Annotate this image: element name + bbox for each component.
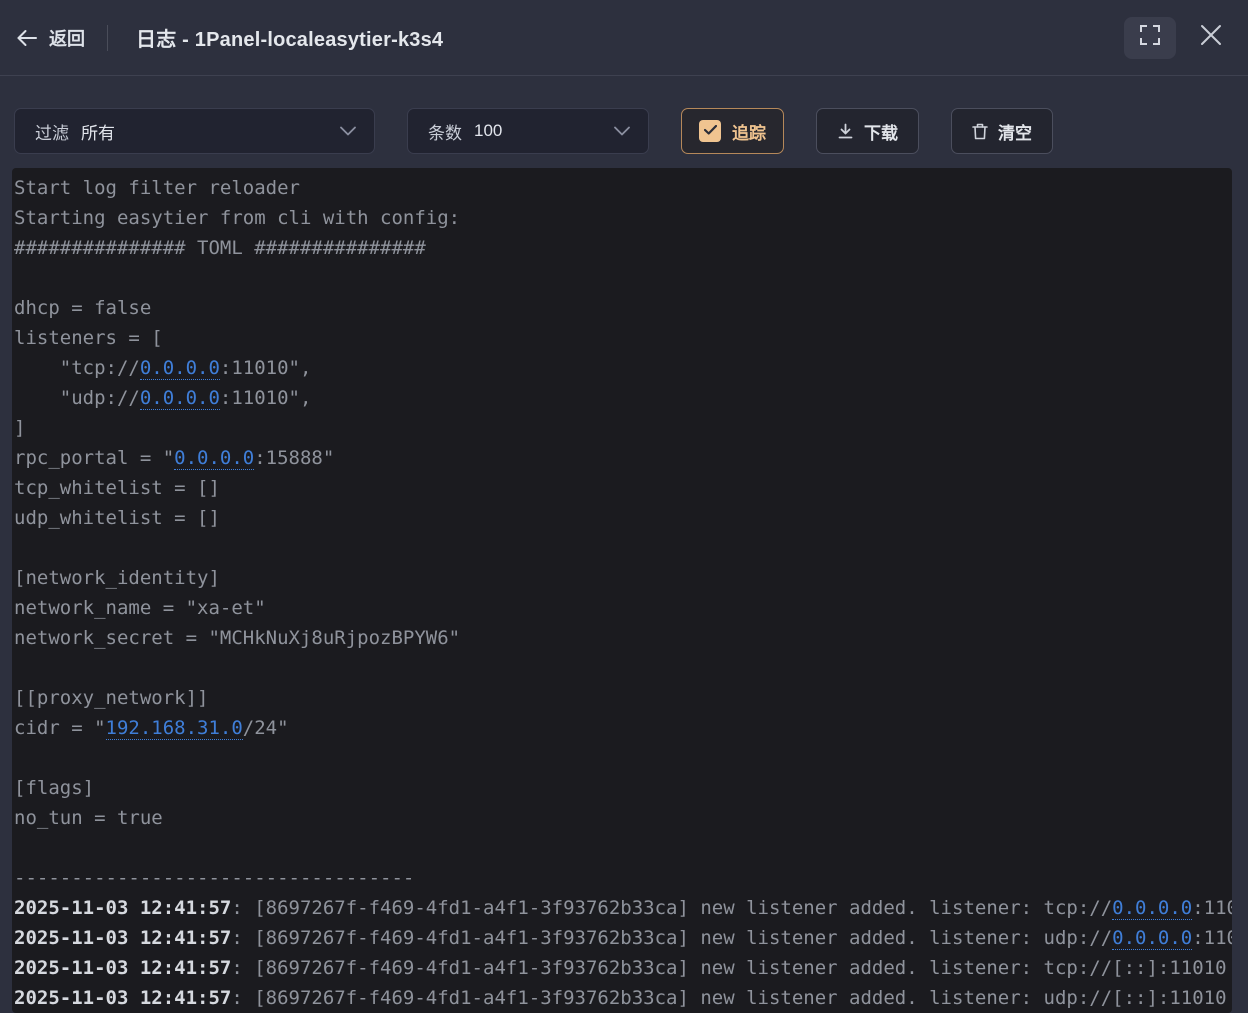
header: 返回 日志 - 1Panel-localeasytier-k3s4 — [0, 0, 1248, 76]
log-line — [14, 653, 1232, 683]
arrow-left-icon — [16, 29, 38, 47]
log-line — [14, 263, 1232, 293]
close-button[interactable] — [1194, 21, 1228, 55]
log-line: rpc_portal = "0.0.0.0:15888" — [14, 443, 1232, 473]
log-line: 2025-11-03 12:41:57: [8697267f-f469-4fd1… — [14, 923, 1232, 953]
lines-label: 条数 — [428, 119, 462, 144]
log-line: "tcp://0.0.0.0:11010", — [14, 353, 1232, 383]
download-button[interactable]: 下载 — [816, 108, 919, 154]
clear-label: 清空 — [998, 119, 1032, 144]
log-line: no_tun = true — [14, 803, 1232, 833]
log-line: "udp://0.0.0.0:11010", — [14, 383, 1232, 413]
log-line: ############### TOML ############### — [14, 233, 1232, 263]
log-line: ----------------------------------- — [14, 863, 1232, 893]
filter-label: 过滤 — [35, 119, 69, 144]
follow-checkbox[interactable] — [699, 120, 721, 142]
chevron-down-icon — [340, 126, 356, 136]
trash-icon — [972, 123, 988, 140]
log-line: ] — [14, 413, 1232, 443]
back-button[interactable]: 返回 — [16, 25, 85, 51]
log-line: 2025-11-03 12:41:57: [8697267f-f469-4fd1… — [14, 983, 1232, 1013]
log-line: cidr = "192.168.31.0/24" — [14, 713, 1232, 743]
follow-label: 追踪 — [732, 119, 766, 144]
log-line: network_name = "xa-et" — [14, 593, 1232, 623]
log-line: 2025-11-03 12:41:57: [8697267f-f469-4fd1… — [14, 893, 1232, 923]
download-icon — [837, 123, 854, 140]
follow-toggle[interactable]: 追踪 — [681, 108, 784, 154]
log-panel[interactable]: Start log filter reloaderStarting easyti… — [12, 168, 1232, 1013]
clear-button[interactable]: 清空 — [951, 108, 1053, 154]
filter-value: 所有 — [81, 119, 115, 144]
page-title: 日志 - 1Panel-localeasytier-k3s4 — [136, 23, 443, 52]
lines-value: 100 — [474, 121, 502, 141]
log-line: network_secret = "MCHkNuXj8uRjpozBPYW6" — [14, 623, 1232, 653]
log-line — [14, 533, 1232, 563]
log-line: dhcp = false — [14, 293, 1232, 323]
close-icon — [1199, 23, 1223, 52]
log-line: [network_identity] — [14, 563, 1232, 593]
log-line: listeners = [ — [14, 323, 1232, 353]
log-line: Start log filter reloader — [14, 173, 1232, 203]
fullscreen-icon — [1139, 24, 1161, 51]
fullscreen-button[interactable] — [1124, 17, 1176, 59]
lines-select[interactable]: 条数 100 — [407, 108, 649, 154]
toolbar: 过滤 所有 条数 100 追踪 — [14, 108, 1248, 154]
log-line: udp_whitelist = [] — [14, 503, 1232, 533]
back-label: 返回 — [49, 25, 85, 51]
log-line — [14, 833, 1232, 863]
chevron-down-icon — [614, 126, 630, 136]
log-line: [[proxy_network]] — [14, 683, 1232, 713]
log-line: Starting easytier from cli with config: — [14, 203, 1232, 233]
log-line: [flags] — [14, 773, 1232, 803]
log-line: 2025-11-03 12:41:57: [8697267f-f469-4fd1… — [14, 953, 1232, 983]
log-line — [14, 743, 1232, 773]
check-icon — [704, 122, 717, 140]
log-line: tcp_whitelist = [] — [14, 473, 1232, 503]
filter-select[interactable]: 过滤 所有 — [14, 108, 375, 154]
download-label: 下载 — [864, 119, 898, 144]
header-divider — [107, 25, 108, 51]
